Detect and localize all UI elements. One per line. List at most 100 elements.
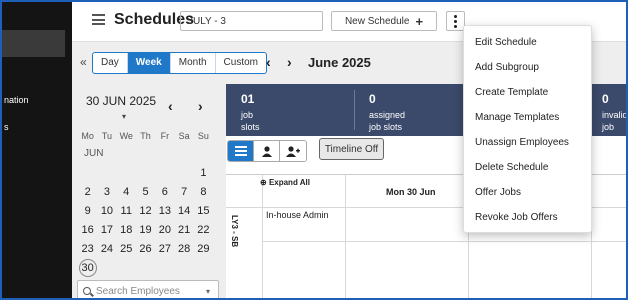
next-month-icon[interactable]: ›	[198, 98, 203, 114]
collapse-panel-icon[interactable]: «	[80, 55, 87, 69]
calendar-day-number: 26	[139, 242, 152, 255]
calendar-day[interactable]: 13	[155, 205, 174, 217]
calendar-day[interactable]: 24	[97, 243, 116, 255]
calendar-day-number: 6	[161, 185, 168, 198]
calendar-week-row: 16 17 18 19 20 21 22	[78, 220, 218, 239]
tab-custom[interactable]: Custom	[216, 53, 266, 73]
calendar-day[interactable]: 15	[194, 205, 213, 217]
plus-circle-icon: ⊕	[260, 178, 267, 187]
tab-month[interactable]: Month	[171, 53, 216, 73]
calendar-day-number: 5	[142, 185, 149, 198]
calendar-day[interactable]: 12	[136, 205, 155, 217]
stat-label: assigned job slots	[369, 110, 406, 132]
calendar-day-number: 22	[197, 223, 210, 236]
calendar-day[interactable]: 20	[155, 224, 174, 236]
tab-week[interactable]: Week	[127, 53, 171, 73]
menu-item-add-subgroup[interactable]: Add Subgroup	[464, 55, 591, 80]
calendar-day[interactable]: 30	[78, 258, 97, 277]
sidebar-item-active[interactable]	[2, 30, 65, 57]
calendar-week-row: 9 10 11 12 13 14 15	[78, 201, 218, 220]
calendar-week-row: 30	[78, 258, 218, 277]
weekday-label: Mo	[81, 130, 94, 141]
calendar-week-row: 1	[78, 163, 218, 182]
calendar-day[interactable]: 19	[136, 224, 155, 236]
calendar-day[interactable]: 18	[117, 224, 136, 236]
calendar-day-number: 20	[158, 223, 171, 236]
calendar-day[interactable]: 21	[174, 224, 193, 236]
add-person-button[interactable]	[280, 141, 306, 161]
stat-divider	[354, 90, 355, 130]
calendar-day[interactable]: 23	[78, 243, 97, 255]
list-view-button[interactable]	[228, 141, 254, 161]
plus-icon: +	[415, 13, 424, 29]
menu-item-create-template[interactable]: Create Template	[464, 80, 591, 105]
calendar-day[interactable]: 7	[174, 186, 193, 198]
tab-day[interactable]: Day	[93, 53, 128, 73]
calendar-day[interactable]: 27	[155, 243, 174, 255]
kebab-dot-icon	[454, 14, 457, 18]
calendar-day[interactable]: 26	[136, 243, 155, 255]
calendar-day-number: 18	[120, 223, 133, 236]
sidebar-item-label[interactable]: nation	[4, 95, 29, 105]
calendar-day[interactable]: 28	[174, 243, 193, 255]
kebab-dot-icon	[454, 24, 457, 28]
chevron-down-icon[interactable]: ▾	[206, 287, 210, 296]
hamburger-menu-icon[interactable]	[92, 14, 105, 25]
grid-column-divider	[262, 175, 263, 298]
calendar-day-number: 9	[84, 204, 91, 217]
add-person-icon	[286, 145, 300, 157]
calendar-day[interactable]: 22	[194, 224, 213, 236]
prev-period-icon[interactable]: ‹	[266, 54, 271, 70]
calendar-day-number: 23	[81, 242, 94, 255]
calendar-week-row: 2345678	[78, 182, 218, 201]
stat-assigned-job-slots: 0 assigned job slots	[369, 92, 405, 133]
timeline-toggle-button[interactable]: Timeline Off	[319, 138, 384, 160]
sidebar-item-label[interactable]: s	[4, 122, 9, 132]
calendar-day[interactable]: 16	[78, 224, 97, 236]
selected-date[interactable]: 30 JUN 2025	[86, 94, 156, 108]
grid-column-divider	[345, 175, 346, 298]
calendar-day-number: 3	[103, 185, 110, 198]
kebab-dot-icon	[454, 19, 457, 23]
calendar-day[interactable]: 25	[117, 243, 136, 255]
calendar-day[interactable]: 6	[155, 186, 174, 198]
calendar-day[interactable]: 5	[136, 186, 155, 198]
calendar-grid: Mo Tu We Th Fr Sa Su JUN 1 2 3 4 5 6 7 8 9 10 11 12 13 14 15…	[78, 126, 218, 277]
expand-all-button[interactable]: ⊕ Expand All	[260, 178, 310, 187]
menu-item-offer-jobs[interactable]: Offer Jobs	[464, 180, 591, 205]
calendar-day[interactable]: 9	[78, 205, 97, 217]
menu-item-revoke-job-offers[interactable]: Revoke Job Offers	[464, 205, 591, 230]
weekday-label: Su	[197, 130, 209, 141]
calendar-day[interactable]: 14	[174, 205, 193, 217]
stat-value: 0	[369, 92, 376, 106]
prev-month-icon[interactable]: ‹	[168, 98, 173, 114]
calendar-day-number: 10	[100, 204, 114, 217]
calendar-day[interactable]: 29	[194, 243, 213, 255]
stat-label: job slots	[241, 110, 260, 132]
calendar-day[interactable]: 4	[117, 186, 136, 198]
calendar-day[interactable]: 10	[97, 205, 116, 217]
day-column-header: Mon 30 Jun	[386, 187, 436, 197]
stat-value: 01	[241, 92, 255, 106]
sidebar: nation s	[2, 2, 72, 298]
subgroup-name[interactable]: In-house Admin	[266, 210, 329, 220]
calendar-day-number: 16	[81, 223, 94, 236]
calendar-day[interactable]: 3	[97, 186, 116, 198]
calendar-day[interactable]: 8	[194, 186, 213, 198]
chevron-down-icon[interactable]: ▾	[122, 112, 126, 121]
calendar-day[interactable]: 11	[117, 205, 136, 217]
menu-item-manage-templates[interactable]: Manage Templates	[464, 105, 591, 130]
search-employees-input[interactable]: Search Employees ▾	[77, 280, 219, 298]
menu-item-unassign-employees[interactable]: Unassign Employees	[464, 130, 591, 155]
calendar-day[interactable]: 17	[97, 224, 116, 236]
calendar-day[interactable]: 1	[194, 167, 213, 179]
new-schedule-button[interactable]: New Schedule +	[331, 11, 437, 31]
menu-item-delete-schedule[interactable]: Delete Schedule	[464, 155, 591, 180]
person-view-button[interactable]	[254, 141, 280, 161]
schedule-select[interactable]: JULY - 3	[180, 11, 323, 31]
menu-item-edit-schedule[interactable]: Edit Schedule	[464, 30, 591, 55]
stat-value: 0	[602, 92, 609, 106]
next-period-icon[interactable]: ›	[287, 54, 292, 70]
calendar-day[interactable]: 2	[78, 186, 97, 198]
calendar-day-number: 11	[120, 204, 132, 217]
